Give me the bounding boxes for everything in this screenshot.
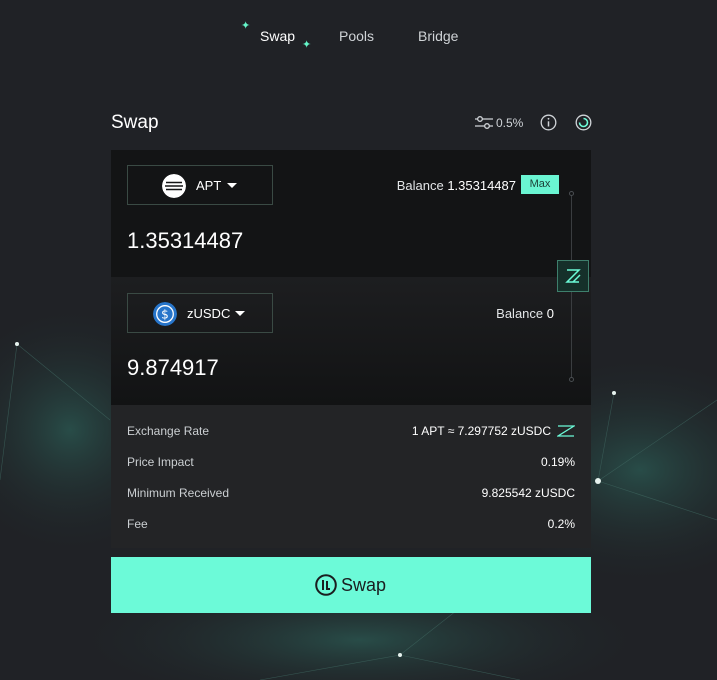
detail-value: 0.2% <box>547 517 575 531</box>
aptos-icon <box>162 174 186 198</box>
to-token-pane: $ zUSDC Balance 0 <box>111 277 591 405</box>
usdc-icon: $ <box>153 302 177 326</box>
slippage-settings-button[interactable] <box>474 115 494 131</box>
from-token-select[interactable]: APT <box>127 165 273 205</box>
sliders-icon <box>475 116 493 129</box>
from-balance-label: Balance <box>396 178 444 193</box>
slippage-value: 0.5% <box>496 116 524 130</box>
sparkle-icon: ✦ <box>302 39 312 51</box>
from-token-pane: APT Balance 1.35314487 Max <box>111 150 591 277</box>
to-amount-input[interactable] <box>127 355 427 381</box>
swap-button[interactable]: Swap <box>111 557 591 613</box>
sparkle-icon: ✦ <box>241 20 251 32</box>
detail-label: Fee <box>127 517 148 531</box>
refresh-button[interactable] <box>575 114 592 136</box>
chevron-down-icon <box>227 183 237 188</box>
rail-dot <box>569 377 574 382</box>
from-balance-value: 1.35314487 <box>447 178 516 193</box>
max-button[interactable]: Max <box>521 175 559 194</box>
to-token-name: zUSDC <box>187 306 231 321</box>
chevron-down-icon <box>235 311 245 316</box>
switch-direction-button[interactable] <box>557 260 589 292</box>
svg-text:$: $ <box>161 307 169 321</box>
to-balance: Balance 0 <box>496 306 554 321</box>
top-nav: ✦ ✦ Swap Pools Bridge <box>0 21 717 51</box>
to-token-select[interactable]: $ zUSDC <box>127 293 273 333</box>
invert-rate-icon[interactable] <box>557 424 575 438</box>
refresh-timer-icon <box>575 114 592 131</box>
to-balance-value: 0 <box>546 306 554 321</box>
detail-value: 0.19% <box>540 455 575 469</box>
swap-direction-icon <box>565 269 581 283</box>
from-token-name: APT <box>196 178 222 193</box>
nav-item-bridge[interactable]: Bridge <box>418 28 458 44</box>
from-amount-input[interactable] <box>127 228 427 254</box>
swap-button-label: Swap <box>341 575 387 595</box>
page-title: Swap <box>111 112 159 133</box>
to-balance-label: Balance <box>496 306 544 321</box>
detail-label: Price Impact <box>127 455 194 469</box>
detail-value: 1 APT ≈ 7.297752 zUSDC <box>411 424 551 438</box>
from-balance: Balance 1.35314487 <box>397 178 516 193</box>
nav-item-swap[interactable]: Swap <box>260 28 295 44</box>
detail-label: Minimum Received <box>127 486 230 500</box>
swap-logo-icon <box>315 574 337 596</box>
detail-value: 9.825542 zUSDC <box>481 486 575 500</box>
detail-label: Exchange Rate <box>127 424 210 438</box>
info-button[interactable] <box>540 114 557 136</box>
nav-item-pools[interactable]: Pools <box>339 28 374 44</box>
swap-details: Exchange Rate 1 APT ≈ 7.297752 zUSDC Pri… <box>111 405 591 548</box>
info-icon <box>540 114 557 131</box>
rail-dot <box>569 191 574 196</box>
